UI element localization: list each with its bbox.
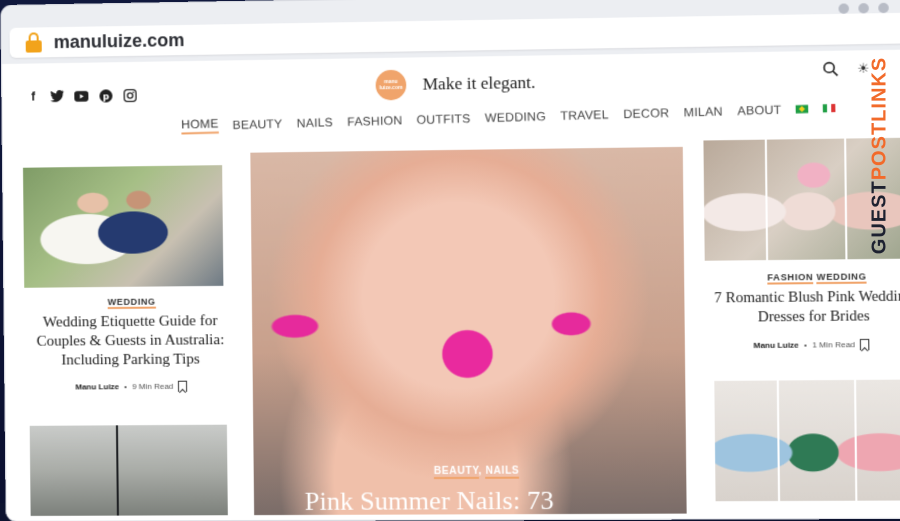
watermark-text: GUESTPOSTLINKS [868, 56, 891, 255]
window-dot[interactable] [858, 3, 869, 14]
meta-separator: • [804, 340, 808, 350]
right-card-categories[interactable]: FASHION WEDDING [767, 271, 867, 285]
hero-categories[interactable]: BEAUTY, NAILS [433, 465, 520, 480]
site-tagline: Make it elegant. [422, 72, 536, 94]
nav-item-decor[interactable]: DECOR [623, 105, 669, 121]
window-dot[interactable] [878, 2, 889, 14]
main-nav: HOME BEAUTY NAILS FASHION OUTFITS WEDDIN… [181, 99, 836, 135]
bookmark-icon[interactable] [860, 338, 870, 351]
svg-text:p: p [102, 92, 109, 102]
nav-item-milan[interactable]: MILAN [683, 104, 722, 119]
url-text[interactable]: manuluize.com [54, 29, 185, 52]
left-card-category[interactable]: WEDDING [107, 296, 156, 310]
bookmark-icon[interactable] [178, 380, 188, 392]
left-card-meta: Manu Luize • 9 Min Read [75, 380, 188, 393]
brazil-flag-icon[interactable] [795, 104, 809, 113]
meta-separator: • [124, 382, 128, 392]
site-logo[interactable]: manu luize.com [375, 69, 407, 101]
instagram-icon[interactable] [122, 88, 136, 102]
author-name[interactable]: Manu Luize [75, 382, 119, 391]
nav-item-fashion[interactable]: FASHION [347, 113, 402, 129]
wedding-article-image[interactable] [22, 165, 224, 288]
facebook-icon[interactable]: f [26, 89, 40, 104]
pinterest-icon[interactable]: p [98, 88, 112, 102]
site-brand[interactable]: manu luize.com Make it elegant. [375, 68, 536, 101]
search-icon[interactable] [822, 61, 839, 78]
hero-title[interactable]: Pink Summer Nails: 73 [305, 486, 554, 517]
logo-text: manu luize.com [379, 78, 403, 92]
window-dot[interactable] [838, 3, 850, 14]
nav-item-about[interactable]: ABOUT [737, 102, 781, 118]
lock-icon [25, 32, 42, 53]
watermark: GUESTPOSTLINKS [862, 40, 898, 280]
nav-item-outfits[interactable]: OUTFITS [416, 111, 470, 127]
hero-article-image[interactable] [250, 146, 687, 516]
read-time: 9 Min Read [131, 381, 174, 392]
browser-window: manuluize.com f p manu luize.com Make it… [1, 0, 900, 521]
social-links: f p [26, 88, 137, 104]
webpage: f p manu luize.com Make it elegant. ☀ HO… [1, 49, 900, 521]
author-name[interactable]: Manu Luize [753, 340, 798, 350]
right-card-title[interactable]: 7 Romantic Blush Pink Wedding Dresses fo… [713, 287, 900, 328]
nav-item-travel[interactable]: TRAVEL [560, 107, 609, 123]
bathroom-article-image[interactable] [29, 424, 228, 516]
nav-item-wedding[interactable]: WEDDING [485, 109, 546, 125]
read-time: 1 Min Read [812, 340, 856, 350]
right-card-meta: Manu Luize • 1 Min Read [753, 338, 870, 351]
italy-flag-icon[interactable] [823, 103, 836, 113]
twitter-icon[interactable] [50, 89, 64, 103]
nav-item-home[interactable]: HOME [181, 116, 219, 135]
bridesmaid-dresses-article-image[interactable] [714, 379, 900, 502]
youtube-icon[interactable] [74, 89, 89, 103]
nav-item-beauty[interactable]: BEAUTY [232, 116, 282, 131]
nav-item-nails[interactable]: NAILS [297, 115, 334, 130]
left-card-title[interactable]: Wedding Etiquette Guide for Couples & Gu… [29, 312, 233, 371]
